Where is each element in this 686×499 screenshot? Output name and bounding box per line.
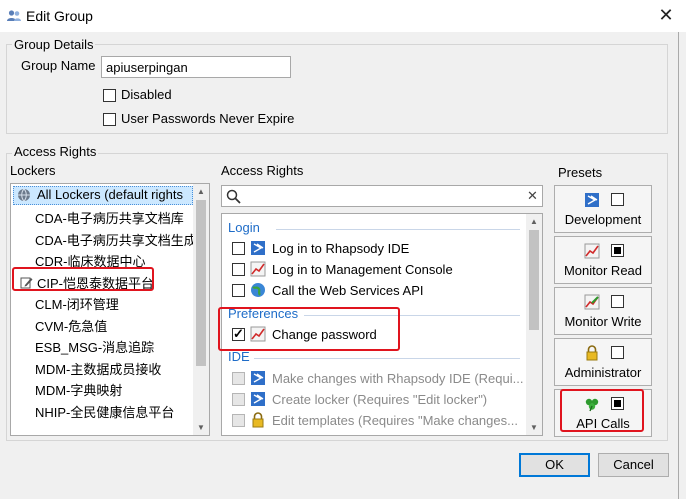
locker-item[interactable]: CDA-电子病历共享文档生成 — [35, 230, 197, 249]
scroll-down-arrow-icon[interactable]: ▼ — [193, 423, 209, 432]
close-button[interactable]: ✕ — [654, 4, 678, 26]
locker-item[interactable]: CVM-危急值 — [35, 316, 107, 335]
rights-scrollbar-thumb[interactable] — [529, 230, 539, 330]
presets-header: Presets — [558, 165, 603, 180]
scroll-down-arrow-icon[interactable]: ▼ — [526, 423, 542, 432]
locker-item[interactable]: NHIP-全民健康信息平台 — [35, 402, 174, 421]
section-divider — [254, 358, 520, 359]
rhapsody-ide-icon — [251, 241, 265, 255]
access-rights-legend: Access Rights — [12, 144, 99, 159]
right-item-create-locker[interactable]: Create locker (Requires "Edit locker") — [232, 391, 532, 409]
section-ide: IDE — [228, 349, 250, 364]
right-checkbox[interactable] — [232, 393, 245, 406]
edit-icon — [20, 277, 33, 289]
section-divider — [304, 315, 520, 316]
clear-search-icon[interactable]: ✕ — [527, 188, 538, 204]
never-expire-label: User Passwords Never Expire — [121, 111, 295, 126]
close-icon: ✕ — [658, 5, 674, 25]
section-preferences: Preferences — [228, 306, 299, 321]
disabled-checkbox[interactable] — [103, 89, 116, 102]
right-item-login-ide[interactable]: Log in to Rhapsody IDE — [232, 240, 522, 258]
right-item-change-password[interactable]: Change password — [232, 326, 522, 344]
rhapsody-ide-icon — [585, 193, 599, 207]
right-item-login-console[interactable]: Log in to Management Console — [232, 261, 522, 279]
scroll-up-arrow-icon[interactable]: ▲ — [526, 217, 542, 226]
preset-monitor-write-button[interactable]: Monitor Write — [554, 287, 652, 335]
locker-item[interactable]: MDM-字典映射 — [35, 380, 122, 399]
rights-header: Access Rights — [221, 163, 304, 178]
group-details-legend: Group Details — [12, 37, 96, 52]
lockers-header: Lockers — [10, 163, 56, 178]
preset-monitor-write-checkbox[interactable] — [611, 295, 624, 308]
title-bar: Edit Group ✕ — [0, 0, 686, 32]
preset-development-checkbox[interactable] — [611, 193, 624, 206]
right-checkbox[interactable] — [232, 414, 245, 427]
management-console-icon — [584, 243, 600, 259]
globe-icon — [251, 283, 265, 297]
locker-item[interactable]: CLM-闭环管理 — [35, 294, 119, 313]
right-checkbox[interactable] — [232, 242, 245, 255]
preset-api-calls-checkbox[interactable] — [611, 397, 624, 410]
locker-item[interactable]: MDM-主数据成员接收 — [35, 359, 161, 378]
rhapsody-ide-icon — [251, 371, 265, 385]
clover-icon — [585, 398, 599, 412]
preset-api-calls-button[interactable]: API Calls — [554, 389, 652, 437]
right-checkbox[interactable] — [232, 263, 245, 276]
group-name-label: Group Name — [21, 58, 96, 73]
lock-icon — [586, 345, 598, 361]
management-console-icon — [250, 261, 266, 277]
locker-item[interactable]: ESB_MSG-消息追踪 — [35, 337, 154, 356]
locker-item[interactable]: CDA-电子病历共享文档库 — [35, 208, 184, 227]
management-console-icon — [250, 326, 266, 342]
group-users-icon — [7, 10, 21, 21]
background-window-edge — [678, 32, 686, 499]
monitor-write-icon — [584, 294, 600, 310]
rights-list[interactable]: Login Log in to Rhapsody IDE Log in to M… — [221, 213, 543, 436]
rights-search-box[interactable]: ✕ — [221, 185, 543, 207]
right-item-make-changes[interactable]: Make changes with Rhapsody IDE (Requi... — [232, 370, 532, 388]
right-item-web-services[interactable]: Call the Web Services API — [232, 282, 522, 300]
rhapsody-ide-icon — [251, 392, 265, 406]
search-icon — [226, 189, 241, 204]
globe-icon — [18, 188, 30, 202]
right-item-edit-templates[interactable]: Edit templates (Requires "Make changes..… — [232, 412, 532, 430]
preset-administrator-checkbox[interactable] — [611, 346, 624, 359]
locker-item[interactable]: CDR-临床数据中心 — [35, 251, 146, 270]
ok-button[interactable]: OK — [519, 453, 590, 477]
disabled-label: Disabled — [121, 87, 172, 102]
group-name-input[interactable]: apiuserpingan — [101, 56, 291, 78]
rights-scrollbar[interactable]: ▲ ▼ — [526, 214, 542, 435]
locker-item-cip[interactable]: CIP-恺恩泰数据平台 — [37, 273, 154, 292]
lock-icon — [252, 412, 264, 428]
section-login: Login — [228, 220, 260, 235]
locker-item-all[interactable]: All Lockers (default rights — [37, 187, 183, 202]
preset-monitor-read-checkbox[interactable] — [611, 244, 624, 257]
never-expire-checkbox[interactable] — [103, 113, 116, 126]
window-title: Edit Group — [26, 8, 93, 24]
scroll-up-arrow-icon[interactable]: ▲ — [193, 187, 209, 196]
preset-monitor-read-button[interactable]: Monitor Read — [554, 236, 652, 284]
section-divider — [276, 229, 520, 230]
right-checkbox[interactable] — [232, 326, 245, 342]
right-checkbox[interactable] — [232, 284, 245, 297]
right-checkbox[interactable] — [232, 372, 245, 385]
lockers-scrollbar-thumb[interactable] — [196, 200, 206, 366]
lockers-scrollbar[interactable]: ▲ ▼ — [193, 184, 209, 435]
cancel-button[interactable]: Cancel — [598, 453, 669, 477]
preset-administrator-button[interactable]: Administrator — [554, 338, 652, 386]
preset-development-button[interactable]: Development — [554, 185, 652, 233]
lockers-list[interactable]: All Lockers (default rights CDA-电子病历共享文档… — [10, 183, 210, 436]
